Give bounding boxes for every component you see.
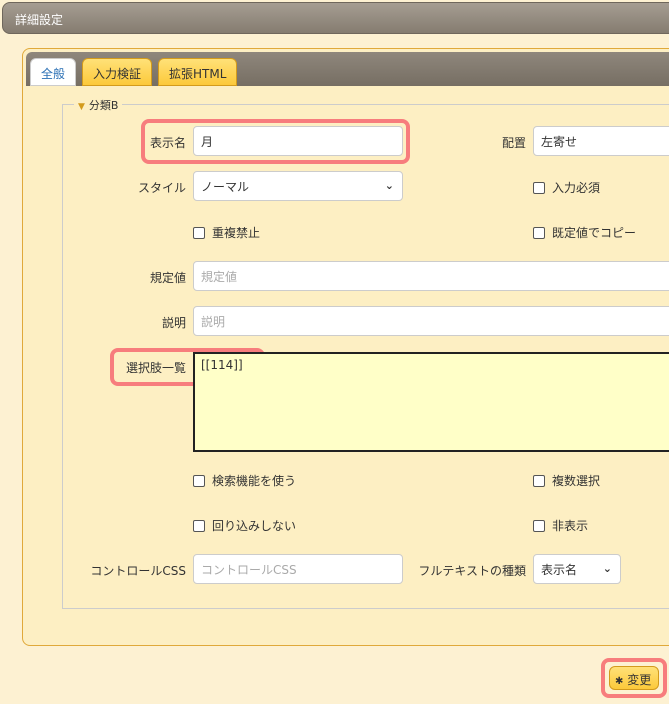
copy-default-label: 既定値でコピー: [552, 226, 637, 240]
no-duplicate-checkbox[interactable]: 重複禁止: [193, 224, 260, 241]
section-legend[interactable]: ▼ 分類B: [74, 97, 123, 113]
required-checkbox[interactable]: 入力必須: [533, 179, 600, 196]
multi-select-label: 複数選択: [552, 474, 601, 488]
style-select[interactable]: ノーマル ⌄: [193, 171, 403, 201]
change-button[interactable]: ✱ 変更: [609, 666, 659, 690]
fulltext-type-value: 表示名: [541, 563, 578, 577]
gear-icon: ✱: [615, 676, 624, 687]
no-duplicate-label: 重複禁止: [212, 226, 261, 240]
alignment-value: 左寄せ: [541, 135, 578, 149]
style-label: スタイル: [137, 181, 186, 195]
no-wrap-label: 回り込みしない: [212, 519, 297, 533]
choices-label: 選択肢一覧: [125, 361, 186, 375]
hidden-checkbox[interactable]: 非表示: [533, 517, 588, 534]
choices-textarea[interactable]: [[114]]: [193, 352, 669, 452]
alignment-select[interactable]: 左寄せ: [533, 126, 669, 156]
alignment-label: 配置: [501, 136, 526, 150]
style-value: ノーマル: [201, 180, 250, 194]
control-css-label: コントロールCSS: [90, 564, 186, 578]
tab-input-validation[interactable]: 入力検証: [82, 58, 153, 86]
window-title: 詳細設定: [15, 13, 64, 27]
use-search-checkbox[interactable]: 検索機能を使う: [193, 472, 296, 489]
default-value-input[interactable]: 規定値: [193, 261, 669, 291]
hidden-label: 非表示: [552, 519, 589, 533]
required-label: 入力必須: [552, 181, 601, 195]
collapse-triangle-icon: ▼: [78, 102, 85, 112]
display-name-input[interactable]: 月: [193, 126, 403, 156]
checkbox-icon: [193, 520, 205, 532]
chevron-down-icon: ⌄: [384, 179, 394, 192]
use-search-label: 検索機能を使う: [212, 474, 297, 488]
change-label: 変更: [627, 673, 652, 687]
control-css-placeholder: コントロールCSS: [201, 563, 297, 577]
display-name-label: 表示名: [149, 136, 186, 150]
description-input[interactable]: 説明: [193, 306, 669, 336]
checkbox-icon: [533, 520, 545, 532]
checkbox-icon: [533, 182, 545, 194]
checkbox-icon: [533, 227, 545, 239]
tab-extended-html[interactable]: 拡張HTML: [158, 58, 238, 86]
window-title-bar: 詳細設定: [2, 2, 669, 34]
checkbox-icon: [193, 227, 205, 239]
chevron-down-icon: ⌄: [602, 562, 612, 575]
default-value-label: 規定値: [149, 271, 186, 285]
fulltext-type-label: フルテキストの種類: [418, 564, 526, 578]
description-label: 説明: [161, 316, 186, 330]
checkbox-icon: [193, 475, 205, 487]
tab-general[interactable]: 全般: [30, 58, 77, 86]
section-title: 分類B: [88, 99, 119, 112]
no-wrap-checkbox[interactable]: 回り込みしない: [193, 517, 296, 534]
multi-select-checkbox[interactable]: 複数選択: [533, 472, 600, 489]
checkbox-icon: [533, 475, 545, 487]
description-placeholder: 説明: [201, 315, 226, 329]
control-css-input[interactable]: コントロールCSS: [193, 554, 403, 584]
fulltext-type-select[interactable]: 表示名 ⌄: [533, 554, 621, 584]
default-value-placeholder: 規定値: [201, 270, 238, 284]
copy-default-checkbox[interactable]: 既定値でコピー: [533, 224, 636, 241]
